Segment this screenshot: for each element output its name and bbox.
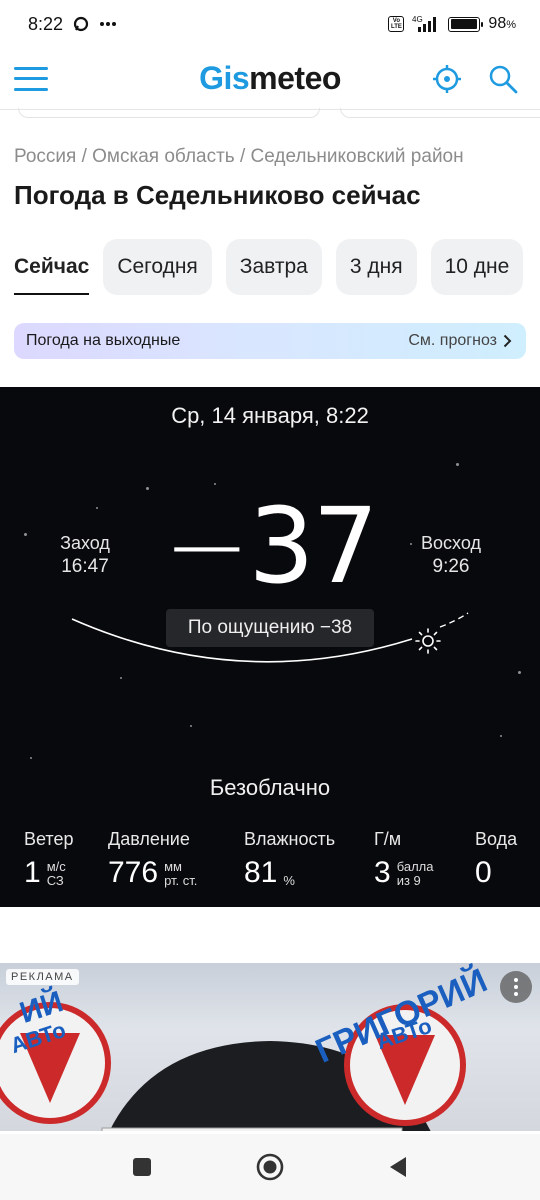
volte-icon: Vo LTE	[388, 16, 405, 32]
param-humidity[interactable]: Влажность 81 %	[244, 829, 335, 888]
sun-icon	[415, 628, 441, 654]
sunset-time: 16:47	[61, 556, 109, 577]
param-pressure[interactable]: Давление 776 мм рт. ст.	[108, 829, 197, 888]
location-icon[interactable]	[432, 64, 462, 94]
page-title: Погода в Седельниково сейчас	[14, 180, 421, 210]
system-navigation-bar	[0, 1134, 540, 1200]
back-button[interactable]	[380, 1149, 416, 1185]
menu-bar-icon	[14, 77, 48, 80]
breadcrumb[interactable]: Россия / Омская область / Седельниковски…	[0, 146, 540, 168]
menu-button[interactable]	[14, 66, 48, 91]
tab-tomorrow[interactable]: Завтра	[225, 239, 322, 295]
messenger-icon	[73, 16, 89, 32]
sunrise-time: 9:26	[432, 556, 470, 577]
square-icon	[133, 1158, 151, 1176]
promo-title: Погода на выходные	[26, 332, 181, 349]
feels-like-badge: По ощущению −38	[166, 609, 374, 647]
weather-datetime: Ср, 14 января, 8:22	[171, 403, 369, 428]
current-weather-card: Ср, 14 января, 8:22 −37 Заход 16:47 Восх…	[0, 387, 540, 907]
home-circle-icon	[256, 1153, 284, 1181]
weather-params: Ветер 1 м/с СЗ Давление 776 мм рт. ст. Вла…	[0, 829, 540, 899]
hidden-search-pills	[0, 108, 540, 118]
search-icon[interactable]	[488, 64, 518, 94]
more-dots-icon	[100, 22, 117, 26]
param-wind[interactable]: Ветер 1 м/с СЗ	[24, 829, 73, 888]
signal-icon: 4G	[412, 15, 437, 32]
gismeteo-logo[interactable]: Gismeteo	[199, 60, 341, 97]
tab-10-days[interactable]: 10 дне	[430, 239, 524, 295]
weekend-promo-banner[interactable]: Погода на выходные См. прогноз	[14, 323, 526, 359]
tab-3-days[interactable]: 3 дня	[335, 239, 417, 295]
app-header: Gismeteo	[0, 48, 540, 118]
status-bar: 8:22 Vo LTE 4G 98%	[0, 0, 540, 48]
status-time: 8:22	[28, 13, 64, 34]
sunset-label: Заход	[60, 533, 110, 553]
menu-bar-icon	[14, 66, 48, 70]
sunset-info: Заход 16:47	[48, 532, 122, 578]
sunrise-info: Восход 9:26	[412, 532, 490, 578]
chevron-right-icon	[503, 334, 512, 348]
param-water[interactable]: Вода 0	[475, 829, 517, 888]
weather-condition: Безоблачно	[209, 775, 331, 800]
promo-link[interactable]: См. прогноз	[408, 332, 512, 350]
ad-options-button[interactable]	[500, 971, 532, 1003]
back-triangle-icon	[390, 1157, 406, 1177]
tab-now[interactable]: Сейчас	[14, 239, 90, 295]
battery-icon	[448, 16, 484, 32]
sunrise-label: Восход	[421, 533, 481, 553]
menu-bar-icon	[14, 87, 48, 91]
forecast-tabs: Сейчас Сегодня Завтра 3 дня 10 дне	[0, 239, 540, 295]
ad-banner[interactable]: ИЙ ГРИГОРИЙ АВТо АВТо РЕКЛАМА	[0, 963, 540, 1131]
svg-text:4G: 4G	[412, 15, 423, 24]
ad-label: РЕКЛАМА	[6, 969, 79, 985]
recent-apps-button[interactable]	[124, 1149, 160, 1185]
home-button[interactable]	[252, 1149, 288, 1185]
tab-today[interactable]: Сегодня	[103, 239, 212, 295]
param-geomagnetic[interactable]: Г/м 3 балла из 9	[374, 829, 433, 888]
battery-level: 98%	[488, 15, 516, 32]
